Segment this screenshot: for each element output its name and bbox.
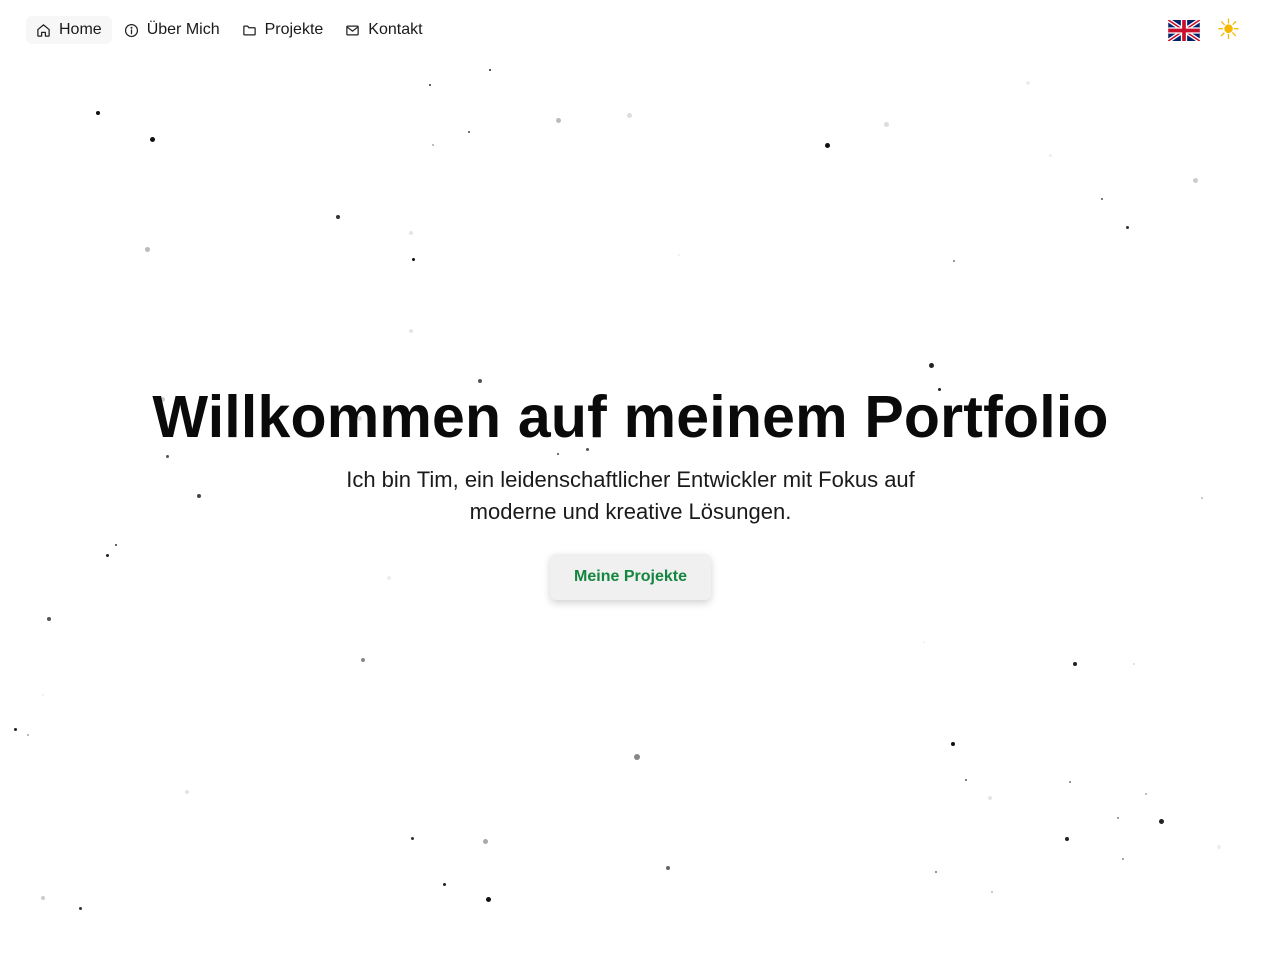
nav-item-contact[interactable]: Kontakt: [335, 16, 432, 44]
particle-dot: [42, 694, 44, 696]
nav-item-contact-label: Kontakt: [368, 21, 423, 38]
particle-dot: [678, 254, 680, 256]
particle-dot: [432, 144, 434, 146]
particle-dot: [468, 131, 470, 133]
particle-dot: [482, 838, 488, 844]
particle-dot: [41, 896, 45, 900]
nav-item-projects-label: Projekte: [264, 21, 324, 38]
particle-dot: [409, 329, 413, 333]
particle-dot: [1133, 663, 1135, 665]
info-icon: [124, 23, 138, 37]
my-projects-button[interactable]: Meine Projekte: [550, 554, 711, 600]
particle-dot: [336, 215, 340, 219]
particle-dot: [1048, 153, 1052, 157]
particle-dot: [27, 734, 29, 736]
particle-dot: [409, 231, 413, 235]
particle-dot: [923, 641, 925, 643]
home-icon: [37, 23, 50, 37]
folder-icon: [242, 25, 256, 35]
particle-dot: [626, 112, 632, 118]
mail-icon: [346, 25, 360, 35]
particle-dot: [1125, 225, 1129, 229]
particle-dot: [489, 69, 491, 71]
particle-dot: [485, 896, 491, 902]
particle-dot: [1101, 198, 1103, 200]
nav-item-home[interactable]: Home: [26, 16, 112, 44]
particle-dot: [185, 790, 189, 794]
sun-icon[interactable]: ☀: [1216, 16, 1241, 44]
particle-dot: [429, 84, 431, 86]
particle-dot: [928, 362, 934, 368]
hero-section: Willkommen auf meinem Portfolio Ich bin …: [0, 382, 1261, 600]
particle-dot: [410, 836, 414, 840]
particle-dot: [13, 727, 17, 731]
particle-dot: [965, 779, 967, 781]
portfolio-page: Home Über Mich Projekte Kontakt ☀ Willko…: [0, 0, 1261, 972]
particle-dot: [951, 742, 955, 746]
particle-dot: [666, 866, 670, 870]
hero-title: Willkommen auf meinem Portfolio: [152, 384, 1109, 450]
particle-dot: [1122, 858, 1124, 860]
particle-dot: [1026, 81, 1030, 85]
particle-dot: [953, 260, 955, 262]
particle-dot: [1117, 817, 1119, 819]
nav-item-about-label: Über Mich: [146, 21, 220, 38]
particle-dot: [555, 117, 561, 123]
particle-dot: [1217, 845, 1221, 849]
particle-dot: [361, 658, 365, 662]
particle-dot: [1158, 818, 1164, 824]
nav-item-home-label: Home: [59, 21, 102, 38]
particle-dot: [149, 136, 155, 142]
top-navigation: Home Über Mich Projekte Kontakt ☀: [26, 14, 1241, 46]
uk-flag-icon[interactable]: [1167, 19, 1200, 41]
hero-subtitle: Ich bin Tim, ein leidenschaftlicher Entw…: [346, 467, 915, 524]
particle-dot: [442, 882, 446, 886]
particle-dot: [1192, 177, 1198, 183]
particle-dot: [988, 796, 992, 800]
nav-item-projects[interactable]: Projekte: [232, 16, 334, 44]
particle-dot: [824, 142, 830, 148]
particle-dot: [78, 906, 82, 910]
nav-item-about[interactable]: Über Mich: [114, 16, 230, 44]
particle-dot: [1069, 781, 1071, 783]
particle-dot: [144, 246, 150, 252]
particle-dot: [96, 111, 100, 115]
particle-dot: [883, 121, 889, 127]
particle-dot: [1145, 793, 1147, 795]
particle-dot: [935, 871, 937, 873]
particle-dot: [634, 754, 640, 760]
particle-dot: [1073, 662, 1077, 666]
nav-links: Home Über Mich Projekte Kontakt: [26, 16, 433, 44]
particle-dot: [1065, 837, 1069, 841]
particle-dot: [411, 257, 415, 261]
particle-dot: [991, 891, 993, 893]
nav-actions: ☀: [1167, 16, 1241, 44]
particle-dot: [47, 617, 51, 621]
